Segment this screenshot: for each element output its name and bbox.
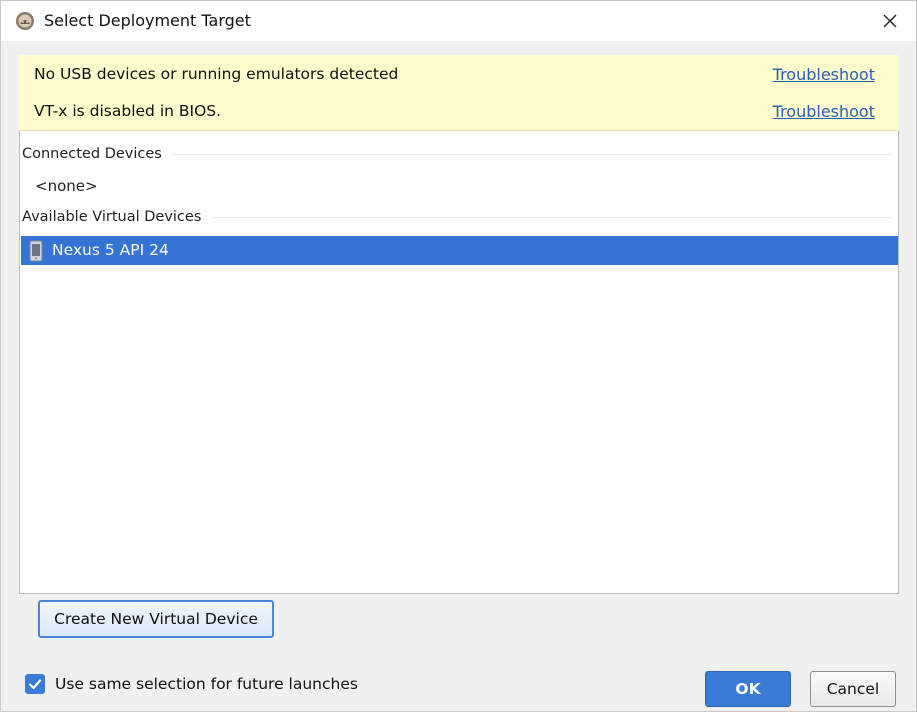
section-divider <box>212 217 892 218</box>
checkmark-icon <box>28 679 42 690</box>
warning-panel: No USB devices or running emulators dete… <box>19 55 899 131</box>
phone-icon <box>29 240 43 262</box>
device-label: Nexus 5 API 24 <box>52 241 169 259</box>
troubleshoot-link-vtx[interactable]: Troubleshoot <box>773 102 875 121</box>
close-button[interactable] <box>872 5 908 37</box>
future-launches-checkbox[interactable] <box>25 674 45 694</box>
cancel-button[interactable]: Cancel <box>810 671 896 707</box>
virtual-devices-header: Available Virtual Devices <box>22 209 202 225</box>
device-list[interactable]: Connected Devices <none> Available Virtu… <box>19 131 899 594</box>
create-new-virtual-device-button[interactable]: Create New Virtual Device <box>38 600 274 638</box>
title-bar: Select Deployment Target <box>1 1 916 41</box>
device-row-nexus-5-api-24[interactable]: Nexus 5 API 24 <box>21 236 898 265</box>
warning-message-usb: No USB devices or running emulators dete… <box>34 65 399 83</box>
warning-message-vtx: VT-x is disabled in BIOS. <box>34 102 222 120</box>
select-deployment-target-dialog: Select Deployment Target No USB devices … <box>0 0 917 712</box>
future-launches-label: Use same selection for future launches <box>55 675 358 693</box>
future-launches-checkbox-row[interactable]: Use same selection for future launches <box>25 673 358 695</box>
android-studio-icon <box>15 11 35 31</box>
connected-devices-header: Connected Devices <box>22 146 162 162</box>
dialog-title: Select Deployment Target <box>44 11 251 30</box>
close-icon <box>883 14 897 28</box>
ok-button[interactable]: OK <box>705 671 791 707</box>
troubleshoot-link-usb[interactable]: Troubleshoot <box>773 65 875 84</box>
connected-devices-empty: <none> <box>35 177 98 195</box>
section-divider <box>172 154 892 155</box>
